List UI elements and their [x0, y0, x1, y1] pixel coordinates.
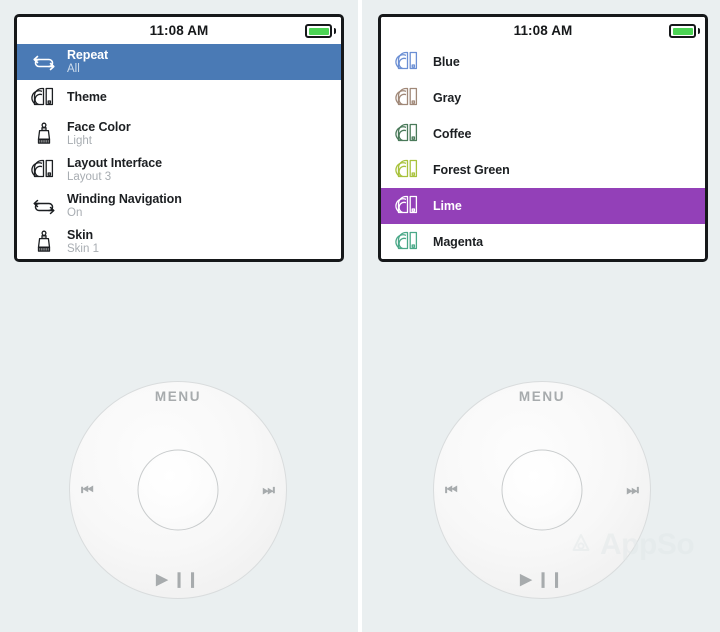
settings-title: Theme — [67, 90, 107, 105]
right-click-wheel[interactable]: MENU ⏮ ⏭ ▶ ❙❙ — [433, 381, 651, 599]
left-ipod-screen: 11:08 AM Repeat All Theme Face Color Lig… — [14, 14, 344, 262]
theme-label: Gray — [433, 91, 462, 105]
settings-title: Face Color — [67, 119, 131, 134]
battery-cap-icon — [697, 28, 700, 34]
paintbrush-icon — [27, 227, 61, 257]
settings-row-texts: Layout Interface Layout 3 — [67, 155, 162, 184]
settings-subtitle: All — [67, 63, 80, 76]
theme-row-gray[interactable]: Gray — [381, 80, 705, 116]
theme-label: Magenta — [433, 235, 484, 249]
color-swatch-icon — [391, 119, 425, 149]
left-status-bar: 11:08 AM — [17, 17, 341, 44]
theme-label: Lime — [433, 199, 462, 213]
settings-row-theme[interactable]: Theme — [17, 80, 341, 116]
settings-title: Repeat — [67, 47, 109, 62]
theme-row-magenta[interactable]: Magenta — [381, 224, 705, 259]
settings-row-repeat[interactable]: Repeat All — [17, 44, 341, 80]
left-status-time: 11:08 AM — [149, 23, 209, 38]
theme-label: Forest Green — [433, 163, 510, 177]
color-swatch-icon — [27, 155, 61, 185]
theme-row-blue[interactable]: Blue — [381, 44, 705, 80]
settings-list: Repeat All Theme Face Color Light Layout… — [17, 44, 341, 259]
battery-full-icon — [305, 24, 332, 38]
settings-row-texts: Theme — [67, 91, 107, 105]
theme-label: Coffee — [433, 127, 472, 141]
settings-row-skin[interactable]: Skin Skin 1 — [17, 224, 341, 259]
settings-row-winding-navigation[interactable]: Winding Navigation On — [17, 188, 341, 224]
settings-title: Layout Interface — [67, 155, 162, 170]
paintbrush-icon — [27, 119, 61, 149]
color-swatch-icon — [391, 227, 425, 257]
settings-row-layout-interface[interactable]: Layout Interface Layout 3 — [17, 152, 341, 188]
settings-row-texts: Repeat All — [67, 47, 109, 76]
settings-subtitle: Light — [67, 135, 92, 148]
battery-cap-icon — [333, 28, 336, 34]
select-center-button[interactable] — [137, 449, 219, 531]
menu-button[interactable]: MENU — [519, 389, 565, 404]
settings-row-face-color[interactable]: Face Color Light — [17, 116, 341, 152]
select-center-button[interactable] — [501, 449, 583, 531]
right-status-time: 11:08 AM — [513, 23, 573, 38]
repeat-icon — [27, 47, 61, 77]
settings-title: Winding Navigation — [67, 191, 182, 206]
color-swatch-icon — [391, 191, 425, 221]
settings-subtitle: Skin 1 — [67, 243, 99, 256]
theme-row-coffee[interactable]: Coffee — [381, 116, 705, 152]
settings-row-texts: Face Color Light — [67, 119, 131, 148]
color-swatch-icon — [391, 155, 425, 185]
color-swatch-icon — [391, 83, 425, 113]
settings-subtitle: Layout 3 — [67, 171, 112, 184]
play-pause-button[interactable]: ▶ ❙❙ — [156, 570, 200, 588]
color-swatch-icon — [27, 83, 61, 113]
play-pause-button[interactable]: ▶ ❙❙ — [520, 570, 564, 588]
right-status-bar: 11:08 AM — [381, 17, 705, 44]
settings-row-texts: Winding Navigation On — [67, 191, 182, 220]
menu-button[interactable]: MENU — [155, 389, 201, 404]
repeat-icon — [27, 191, 61, 221]
theme-row-forest-green[interactable]: Forest Green — [381, 152, 705, 188]
settings-title: Skin — [67, 227, 93, 242]
color-swatch-icon — [391, 47, 425, 77]
previous-track-button[interactable]: ⏮ — [445, 482, 458, 499]
settings-row-texts: Skin Skin 1 — [67, 227, 99, 256]
theme-label: Blue — [433, 55, 460, 69]
next-track-button[interactable]: ⏭ — [262, 482, 275, 499]
previous-track-button[interactable]: ⏮ — [81, 482, 94, 499]
battery-full-icon — [669, 24, 696, 38]
theme-list: Blue Gray Coffee Forest Green Lime Magen… — [381, 44, 705, 259]
right-ipod-screen: 11:08 AM Blue Gray Coffee Forest Green L… — [378, 14, 708, 262]
left-click-wheel[interactable]: MENU ⏮ ⏭ ▶ ❙❙ — [69, 381, 287, 599]
settings-subtitle: On — [67, 207, 83, 220]
screenshot-root: 11:08 AM Repeat All Theme Face Color Lig… — [0, 0, 720, 632]
next-track-button[interactable]: ⏭ — [626, 482, 639, 499]
theme-row-lime[interactable]: Lime — [381, 188, 705, 224]
